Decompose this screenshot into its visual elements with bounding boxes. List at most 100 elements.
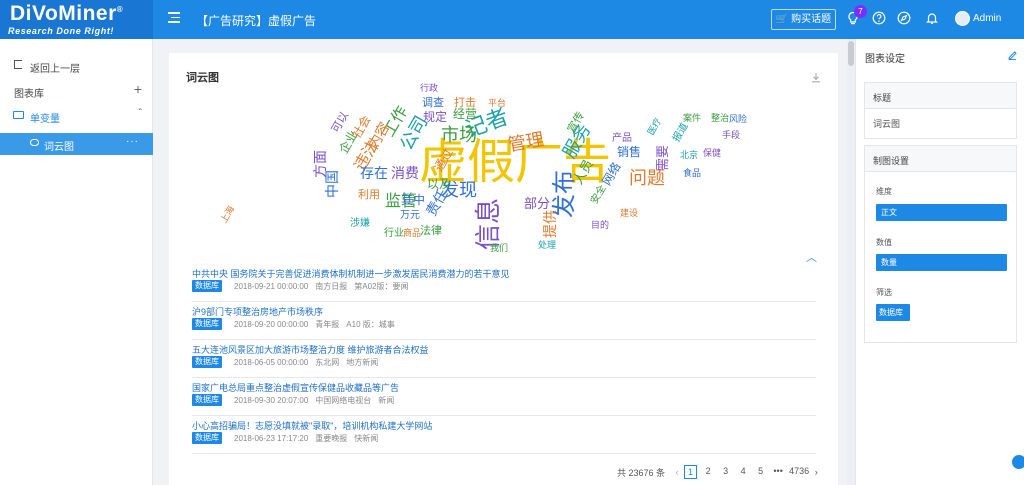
floating-action-button[interactable]: [1012, 455, 1024, 469]
wordcloud-word: 消费: [391, 165, 419, 181]
page-number[interactable]: 5: [754, 465, 767, 479]
news-title[interactable]: 中共中央 国务院关于完善促进消费体制机制进一步激发居民消费潜力的若干意见: [192, 267, 510, 280]
wordcloud-word: 提供: [542, 210, 558, 238]
news-meta: 2018-09-20 00:00:00 青年报 A10 版：城事: [234, 319, 402, 330]
single-variable-item[interactable]: 单变量 ˆ: [0, 103, 153, 129]
bell-icon[interactable]: [925, 11, 939, 25]
news-section: A10 版：城事: [346, 320, 395, 329]
panel-title: 图表设定: [865, 54, 905, 65]
plus-icon[interactable]: +: [134, 81, 142, 97]
wordcloud-word: 行业: [384, 226, 404, 239]
news-section: 第A02版：要闻: [354, 282, 409, 291]
news-section: 快新闻: [354, 434, 379, 443]
wordcloud-word: 上海: [218, 204, 237, 225]
source-tag: 数据库: [192, 394, 222, 406]
help-icon[interactable]: [872, 11, 886, 25]
news-section: 新闻: [378, 396, 395, 405]
cloud-icon: [30, 139, 39, 146]
logo[interactable]: DiVoMiner® Research Done Right!: [0, 0, 153, 39]
scrollbar[interactable]: [847, 39, 855, 485]
sidebar: 返回上一层 图表库 + 单变量 ˆ 词云图 ···: [0, 39, 153, 485]
news-source: 南方日报: [315, 282, 348, 291]
page-number[interactable]: 1: [684, 465, 698, 479]
news-item: 五大连池风景区加大旅游市场整治力度 维护旅游者合法权益 数据库 2018-06-…: [192, 340, 816, 378]
news-title[interactable]: 国家广电总局重点整治虚假宣传保健品收藏品等广告: [192, 381, 399, 394]
source-tag: 数据库: [192, 318, 222, 330]
back-button[interactable]: 返回上一层: [0, 53, 153, 79]
logo-name: DiVoMiner: [10, 2, 117, 25]
page-number-last[interactable]: 4736: [789, 465, 809, 479]
news-title[interactable]: 小心高招骗局！志愿没填就被"录取"，培训机构私建大学网站: [192, 419, 432, 432]
chevron-up-icon[interactable]: ˆ: [139, 108, 142, 119]
news-source: 中国网络电视台: [315, 396, 372, 405]
news-date: 2018-06-05 00:00:00: [234, 358, 309, 367]
logo-tagline: Research Done Right!: [8, 26, 115, 36]
menu-toggle-icon[interactable]: [168, 12, 180, 23]
filter-chip[interactable]: 数据库: [876, 304, 910, 321]
wordcloud-word: 产品: [612, 131, 632, 144]
wordcloud-word: 方面: [312, 150, 328, 178]
buy-topic-button[interactable]: 🛒 购买话题: [771, 9, 836, 30]
wordcloud-word: 医疗: [645, 116, 664, 137]
wordcloud-word: 其中: [401, 192, 425, 207]
word-cloud: 虚假广告信息发布记者市场 管理 服务发现问题监管违法 消费存在公司工作内容中国方面 人员…: [218, 82, 747, 253]
source-tag: 数据库: [192, 356, 222, 368]
wordcloud-word: 经营: [453, 107, 477, 121]
more-options-icon[interactable]: ···: [126, 136, 139, 147]
wordcloud-word: 销售: [617, 144, 641, 159]
wordcloud-word: 规定: [423, 109, 447, 124]
page-number[interactable]: 4: [737, 465, 750, 479]
wordcloud-word: 利用: [358, 188, 380, 201]
news-title[interactable]: 沪9部门专项整治房地产市场秩序: [192, 305, 323, 318]
title-section: 标题 词云图: [864, 82, 1017, 139]
news-source: 青年报: [315, 320, 340, 329]
pagination: 共 23676 条 ‹ 1 2 3 4 5 ••• 4736 ›: [617, 465, 820, 480]
wordcloud-word: 我们: [490, 242, 508, 253]
news-source: 重要晚报: [315, 434, 348, 443]
total-count: 共 23676 条: [617, 467, 666, 478]
user-avatar[interactable]: [955, 11, 970, 26]
wordcloud-word: 报道: [669, 120, 690, 144]
prev-page-icon[interactable]: ‹: [676, 467, 679, 477]
news-meta: 2018-09-30 20:07:00 中国网络电视台 新闻: [234, 395, 401, 406]
news-meta: 2018-06-05 00:00:00 东北网 地方新闻: [234, 357, 385, 368]
wordcloud-word: 需要: [655, 145, 670, 171]
news-item: 沪9部门专项整治房地产市场秩序 数据库 2018-09-20 00:00:00 青…: [192, 302, 816, 340]
chart-settings-section: 制图设置 维度 正文 数值 数量 筛选 数据库: [864, 145, 1017, 343]
page-ellipsis[interactable]: •••: [772, 465, 785, 479]
news-meta: 2018-09-21 00:00:00 南方日报 第A02版：要闻: [234, 281, 416, 292]
wordcloud-label: 词云图: [44, 142, 74, 153]
sidebar-item-wordcloud[interactable]: 词云图 ···: [0, 133, 153, 155]
collapse-up-icon[interactable]: ︿: [806, 249, 817, 265]
chart-settings-panel: 图表设定 标题 词云图 制图设置 维度 正文 数值 数量 筛选 数据库: [855, 39, 1024, 485]
next-page-icon[interactable]: ›: [815, 467, 818, 477]
user-name[interactable]: Admin: [973, 13, 1001, 24]
value-chip[interactable]: 数量: [876, 254, 1007, 271]
news-meta: 2018-06-23 17:17:20 重要晚报 快新闻: [234, 433, 385, 444]
wordcloud-word: 行政: [420, 82, 438, 93]
wordcloud-word: 手段: [722, 129, 740, 140]
wordcloud-word: 北京: [680, 149, 698, 160]
wordcloud-word: 平台: [488, 97, 506, 108]
wordcloud-word: 打击: [454, 95, 476, 109]
news-list: 中共中央 国务院关于完善促进消费体制机制进一步激发居民消费潜力的若干意见 数据库…: [192, 264, 816, 454]
wordcloud-word: 调查: [422, 95, 444, 109]
wordcloud-word: 商品: [403, 227, 421, 238]
folder-icon: [13, 111, 24, 119]
source-tag: 数据库: [192, 280, 222, 292]
compass-icon[interactable]: [897, 11, 911, 25]
filter-label: 筛选: [876, 288, 892, 297]
title-value[interactable]: 词云图: [865, 109, 1016, 130]
single-variable-label: 单变量: [30, 114, 60, 125]
chart-library-item[interactable]: 图表库 +: [0, 78, 153, 104]
scrollbar-thumb[interactable]: [848, 41, 854, 66]
page-number[interactable]: 2: [702, 465, 715, 479]
wordcloud-word: 万元: [400, 210, 420, 221]
news-title[interactable]: 五大连池风景区加大旅游市场整治力度 维护旅游者合法权益: [192, 343, 429, 356]
edit-icon[interactable]: [1008, 51, 1017, 60]
title-section-heading: 标题: [865, 83, 1016, 109]
dimension-chip[interactable]: 正文: [876, 204, 1007, 221]
page-number[interactable]: 3: [719, 465, 732, 479]
buy-topic-label: 购买话题: [791, 14, 832, 25]
notification-badge: 7: [854, 5, 867, 18]
